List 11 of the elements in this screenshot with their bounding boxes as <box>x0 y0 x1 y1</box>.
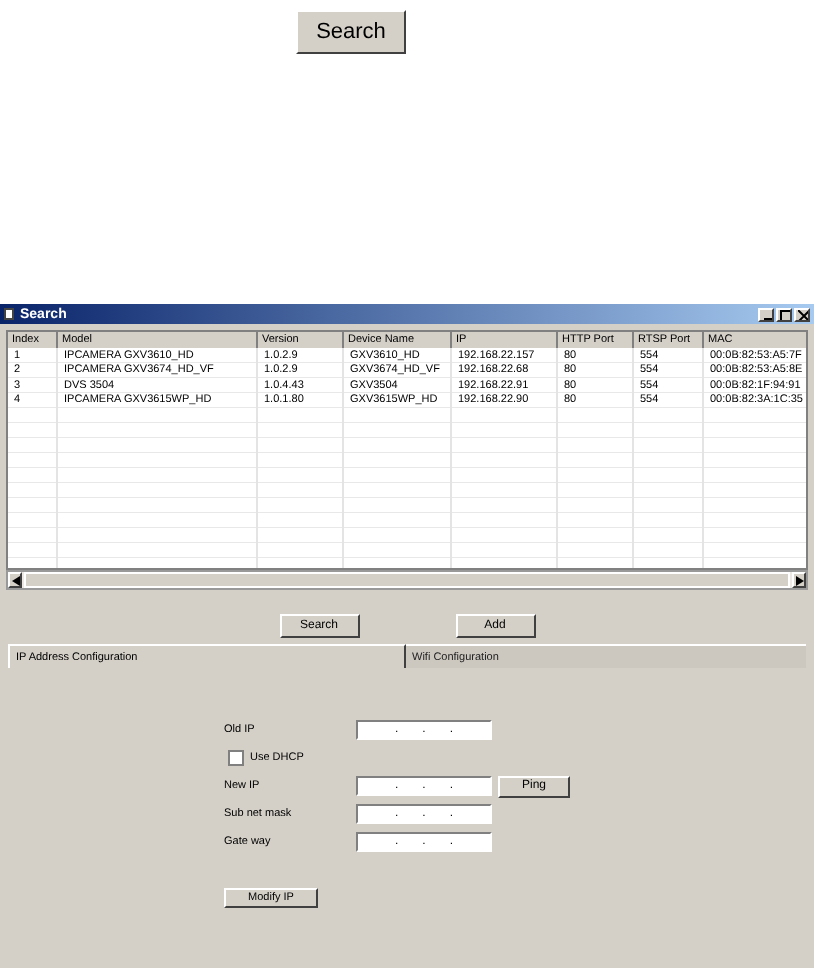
scroll-right-icon[interactable] <box>792 572 806 588</box>
horizontal-scrollbar[interactable] <box>6 570 808 590</box>
checkbox[interactable] <box>228 750 244 766</box>
app-icon <box>4 308 14 320</box>
maximize-icon <box>779 309 789 319</box>
search-button[interactable]: Search <box>296 10 406 54</box>
close-icon <box>797 309 807 319</box>
maximize-button[interactable] <box>776 307 792 321</box>
close-button[interactable] <box>794 307 810 321</box>
scroll-left-icon[interactable] <box>8 572 22 588</box>
minimize-button[interactable] <box>758 307 774 321</box>
